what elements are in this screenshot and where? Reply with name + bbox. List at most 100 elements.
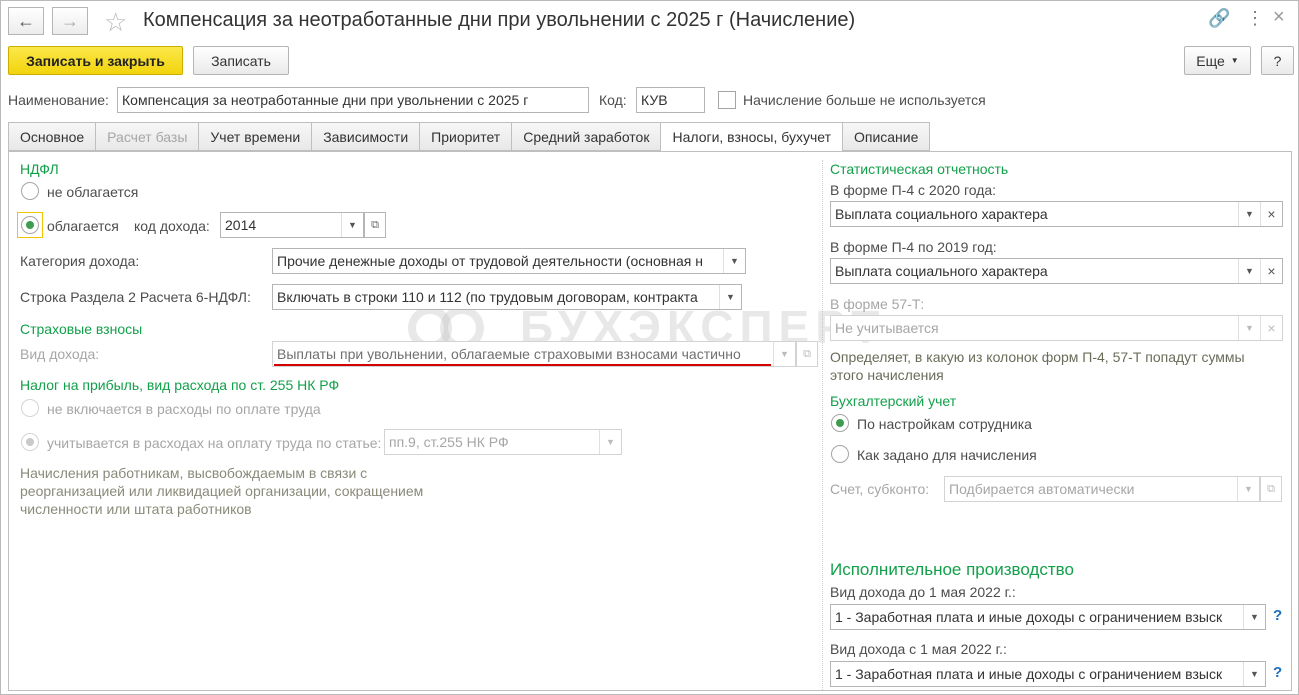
clear-icon[interactable]: × — [1260, 202, 1282, 226]
stats-section-title: Статистическая отчетность — [830, 161, 1009, 177]
profit-article-value: пп.9, ст.255 НК РФ — [389, 434, 509, 450]
profit-not-included-label: не включается в расходы по оплате труда — [47, 401, 321, 417]
income-code-field[interactable]: 2014 ▼ — [220, 212, 364, 238]
open-icon: ⧉ — [803, 347, 811, 360]
income-category-value: Прочие денежные доходы от трудовой деяте… — [277, 253, 703, 269]
window-title: Компенсация за неотработанные дни при ув… — [143, 9, 856, 31]
profit-included-label: учитывается в расходах на оплату труда п… — [47, 435, 382, 451]
enforcement-after-value: 1 - Заработная плата и иные доходы с огр… — [835, 666, 1223, 682]
enforcement-before-value: 1 - Заработная плата и иные доходы с огр… — [835, 609, 1223, 625]
tab-priority[interactable]: Приоритет — [420, 122, 513, 151]
57t-label: В форме 57-Т: — [830, 296, 925, 312]
ndfl-not-taxed-label: не облагается — [47, 184, 139, 200]
chevron-down-icon[interactable]: ▼ — [1237, 477, 1259, 501]
save-button[interactable]: Записать — [193, 46, 289, 75]
tab-dependencies[interactable]: Зависимости — [312, 122, 421, 151]
arrow-right-icon: → — [61, 10, 79, 31]
6ndfl-line-label: Строка Раздела 2 Расчета 6-НДФЛ: — [20, 289, 251, 305]
chevron-down-icon[interactable]: ▼ — [599, 430, 621, 454]
chevron-down-icon[interactable]: ▼ — [1238, 316, 1260, 340]
p4-2019-field[interactable]: Выплата социального характера ▼ × — [830, 258, 1283, 284]
clear-icon[interactable]: × — [1260, 316, 1282, 340]
open-account-button[interactable]: ⧉ — [1260, 476, 1282, 502]
tab-time-tracking[interactable]: Учет времени — [199, 122, 313, 151]
tab-base-calc[interactable]: Расчет базы — [96, 122, 200, 151]
chevron-down-icon[interactable]: ▼ — [773, 342, 795, 366]
chevron-down-icon[interactable]: ▼ — [1243, 605, 1265, 629]
accounting-by-employee-label: По настройкам сотрудника — [857, 416, 1032, 432]
chevron-down-icon[interactable]: ▼ — [723, 249, 745, 273]
more-vert-icon[interactable]: ⋮ — [1246, 8, 1264, 29]
help-button[interactable]: ? — [1261, 46, 1294, 75]
account-label: Счет, субконто: — [830, 481, 930, 497]
tab-description[interactable]: Описание — [842, 122, 931, 151]
ndfl-taxed-radio[interactable] — [21, 216, 39, 234]
tab-average-earnings[interactable]: Средний заработок — [512, 122, 662, 151]
stats-note: Определяет, в какую из колонок форм П-4,… — [830, 349, 1245, 383]
highlight-underline — [274, 364, 771, 366]
ndfl-not-taxed-radio[interactable] — [21, 182, 39, 200]
open-icon: ⧉ — [1267, 482, 1275, 495]
profit-included-radio[interactable] — [21, 433, 39, 451]
ndfl-taxed-label: облагается — [47, 218, 119, 234]
unused-checkbox[interactable] — [718, 91, 736, 109]
insurance-income-type-label: Вид дохода: — [20, 346, 100, 362]
save-and-close-button[interactable]: Записать и закрыть — [8, 46, 183, 75]
enforcement-after-field[interactable]: 1 - Заработная плата и иные доходы с огр… — [830, 661, 1266, 687]
tab-taxes[interactable]: Налоги, взносы, бухучет — [661, 122, 843, 152]
income-code-label: код дохода: — [134, 218, 210, 234]
code-field[interactable]: КУВ — [636, 87, 705, 113]
enforcement-before-field[interactable]: 1 - Заработная плата и иные доходы с огр… — [830, 604, 1266, 630]
unused-label: Начисление больше не используется — [743, 92, 986, 108]
code-value: КУВ — [641, 92, 668, 108]
open-income-code-button[interactable]: ⧉ — [364, 212, 386, 238]
name-field[interactable]: Компенсация за неотработанные дни при ув… — [117, 87, 589, 113]
link-icon[interactable]: 🔗 — [1208, 8, 1230, 29]
accounting-as-set-radio[interactable] — [831, 445, 849, 463]
profit-tax-section-title: Налог на прибыль, вид расхода по ст. 255… — [20, 377, 340, 393]
ndfl-section-title: НДФЛ — [20, 161, 59, 177]
p4-2019-label: В форме П-4 по 2019 год: — [830, 239, 997, 255]
chevron-down-icon[interactable]: ▼ — [341, 213, 363, 237]
6ndfl-line-value: Включать в строки 110 и 112 (по трудовым… — [277, 289, 698, 305]
help-icon[interactable]: ? — [1273, 664, 1282, 681]
chevron-down-icon[interactable]: ▼ — [1238, 202, 1260, 226]
star-icon[interactable]: ☆ — [104, 7, 127, 38]
chevron-down-icon: ▼ — [1230, 56, 1239, 65]
income-code-value: 2014 — [225, 217, 257, 233]
p4-2019-value: Выплата социального характера — [835, 263, 1048, 279]
ndfl-taxed-radio-focus — [17, 212, 43, 238]
income-category-field[interactable]: Прочие денежные доходы от трудовой деяте… — [272, 248, 746, 274]
accounting-by-employee-radio[interactable] — [831, 414, 849, 432]
back-button[interactable]: ← — [8, 7, 44, 35]
accounting-section-title: Бухгалтерский учет — [830, 393, 957, 409]
6ndfl-line-field[interactable]: Включать в строки 110 и 112 (по трудовым… — [272, 284, 742, 310]
p4-2020-field[interactable]: Выплата социального характера ▼ × — [830, 201, 1283, 227]
open-icon: ⧉ — [371, 218, 379, 231]
name-value: Компенсация за неотработанные дни при ув… — [122, 92, 529, 108]
profit-not-included-radio[interactable] — [21, 399, 39, 417]
more-button[interactable]: Еще ▼ — [1184, 46, 1251, 75]
arrow-left-icon: ← — [17, 10, 35, 31]
open-insurance-income-type-button[interactable]: ⧉ — [796, 341, 818, 367]
help-icon[interactable]: ? — [1273, 607, 1282, 624]
profit-tax-note: Начисления работникам, высвобождаемым в … — [20, 465, 424, 517]
account-field[interactable]: Подбирается автоматически ▼ — [944, 476, 1260, 502]
p4-2020-value: Выплата социального характера — [835, 206, 1048, 222]
insurance-income-type-value: Выплаты при увольнении, облагаемые страх… — [277, 346, 741, 362]
chevron-down-icon[interactable]: ▼ — [719, 285, 741, 309]
enforcement-section-title: Исполнительное производство — [830, 560, 1074, 579]
enforcement-after-label: Вид дохода с 1 мая 2022 г.: — [830, 641, 1007, 657]
account-placeholder: Подбирается автоматически — [949, 481, 1135, 497]
clear-icon[interactable]: × — [1260, 259, 1282, 283]
chevron-down-icon[interactable]: ▼ — [1243, 662, 1265, 686]
forward-button[interactable]: → — [52, 7, 88, 35]
insurance-section-title: Страховые взносы — [20, 321, 143, 337]
accounting-as-set-label: Как задано для начисления — [857, 447, 1037, 463]
profit-article-field[interactable]: пп.9, ст.255 НК РФ ▼ — [384, 429, 622, 455]
chevron-down-icon[interactable]: ▼ — [1238, 259, 1260, 283]
tab-main[interactable]: Основное — [8, 122, 97, 151]
57t-value: Не учитывается — [835, 320, 939, 336]
close-icon[interactable]: × — [1273, 6, 1285, 29]
57t-field[interactable]: Не учитывается ▼ × — [830, 315, 1283, 341]
